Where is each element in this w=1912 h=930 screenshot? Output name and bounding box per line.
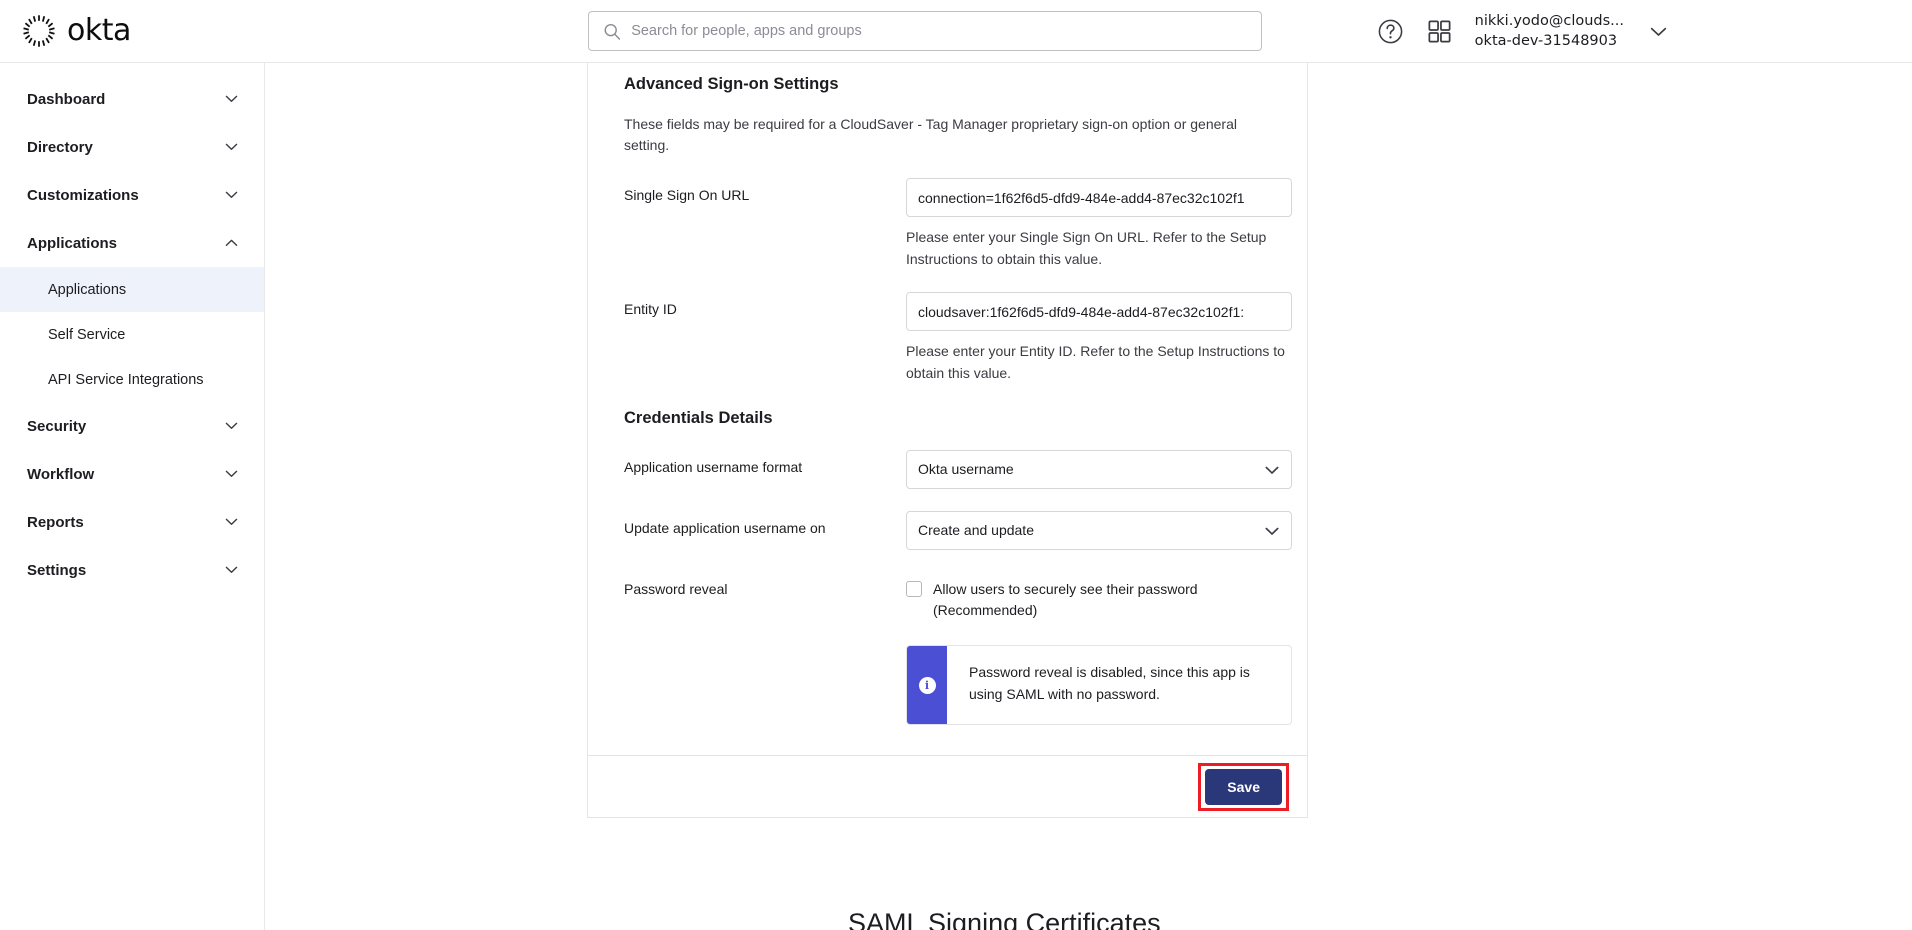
sso-url-help: Please enter your Single Sign On URL. Re… — [906, 229, 1267, 267]
sidebar-label: Dashboard — [27, 90, 106, 108]
callout-message: Password reveal is disabled, since this … — [969, 664, 1250, 702]
sidebar-item-customizations[interactable]: Customizations — [0, 171, 264, 219]
entity-id-help: Please enter your Entity ID. Refer to th… — [906, 343, 1285, 382]
sidebar-item-applications[interactable]: Applications — [0, 219, 264, 267]
field-row-username-format: Application username format Okta usernam… — [624, 449, 1292, 489]
chevron-down-icon — [1650, 27, 1667, 36]
sidebar-item-applications-sub[interactable]: Applications — [0, 267, 264, 312]
advanced-signon-description: These fields may be required for a Cloud… — [624, 116, 1237, 153]
username-format-select-wrap[interactable]: Okta username — [906, 449, 1292, 489]
okta-logo[interactable]: okta — [22, 14, 131, 48]
username-format-select[interactable]: Okta username — [906, 449, 1292, 489]
sso-url-label: Single Sign On URL — [624, 187, 750, 203]
left-sidebar-nav: Dashboard Directory Customizations Appli… — [0, 63, 265, 930]
okta-wordmark: okta — [67, 13, 131, 48]
sidebar-item-reports[interactable]: Reports — [0, 498, 264, 546]
sidebar-label: Customizations — [27, 186, 139, 204]
sidebar-item-api-service-integrations[interactable]: API Service Integrations — [0, 357, 264, 402]
search-input[interactable] — [631, 23, 1261, 39]
top-header-bar: okta nikki.yodo@clouds... okta-dev-315 — [0, 0, 1912, 63]
sidebar-item-dashboard[interactable]: Dashboard — [0, 75, 264, 123]
main-content-area: Advanced Sign-on Settings These fields m… — [265, 63, 1912, 930]
chevron-down-icon — [225, 143, 238, 150]
sidebar-item-directory[interactable]: Directory — [0, 123, 264, 171]
field-row-sso-url: Single Sign On URL Please enter your Sin… — [624, 178, 1292, 270]
sidebar-sub-label: API Service Integrations — [48, 371, 204, 388]
search-icon — [604, 23, 621, 40]
password-reveal-checkbox[interactable] — [906, 580, 922, 597]
username-format-label: Application username format — [624, 458, 803, 475]
sign-on-settings-card: Advanced Sign-on Settings These fields m… — [587, 63, 1308, 819]
sidebar-sub-label: Applications — [48, 281, 127, 298]
update-username-select-wrap[interactable]: Create and update — [906, 510, 1292, 550]
card-footer: Save — [588, 755, 1307, 817]
field-row-entity-id: Entity ID Please enter your Entity ID. R… — [624, 292, 1292, 384]
user-org: okta-dev-31548903 — [1474, 32, 1618, 49]
field-row-password-reveal: Password reveal Allow users to securely … — [624, 572, 1292, 726]
chevron-up-icon — [225, 239, 238, 246]
sidebar-item-security[interactable]: Security — [0, 402, 264, 450]
callout-accent-bar: i — [907, 646, 947, 725]
entity-id-input[interactable] — [906, 292, 1292, 332]
sidebar-label: Applications — [27, 234, 118, 252]
search-box[interactable] — [588, 11, 1262, 51]
global-search[interactable] — [588, 11, 1262, 51]
password-reveal-checkbox-label: Allow users to securely see their passwo… — [933, 580, 1198, 619]
sso-url-input[interactable] — [906, 178, 1292, 217]
update-username-select[interactable]: Create and update — [906, 510, 1292, 550]
chevron-down-icon — [225, 470, 238, 477]
chevron-down-icon — [225, 95, 238, 102]
sidebar-item-workflow[interactable]: Workflow — [0, 450, 264, 498]
help-circle-icon[interactable] — [1377, 18, 1404, 45]
advanced-signon-title: Advanced Sign-on Settings — [624, 75, 839, 93]
sidebar-sub-label: Self Service — [48, 326, 126, 343]
password-reveal-info-callout: i Password reveal is disabled, since thi… — [906, 645, 1292, 726]
user-email: nikki.yodo@clouds... — [1474, 12, 1624, 29]
chevron-down-icon — [225, 518, 238, 525]
sidebar-item-settings[interactable]: Settings — [0, 546, 264, 594]
sidebar-label: Workflow — [27, 465, 95, 483]
sidebar-item-self-service[interactable]: Self Service — [0, 312, 264, 357]
sidebar-label: Settings — [27, 561, 87, 579]
save-button[interactable]: Save — [1205, 768, 1282, 805]
credentials-details-title: Credentials Details — [624, 408, 773, 427]
info-icon: i — [918, 676, 936, 694]
chevron-down-icon — [225, 566, 238, 573]
user-account-menu[interactable]: nikki.yodo@clouds... okta-dev-31548903 — [1475, 12, 1667, 51]
field-row-update-username-on: Update application username on Create an… — [624, 510, 1292, 550]
apps-grid-icon[interactable] — [1426, 18, 1453, 45]
sidebar-label: Directory — [27, 138, 93, 156]
sidebar-label: Security — [27, 417, 87, 435]
okta-sunburst-logo — [23, 15, 55, 47]
chevron-down-icon — [225, 422, 238, 429]
chevron-down-icon — [225, 191, 238, 198]
sidebar-label: Reports — [27, 513, 84, 531]
password-reveal-label: Password reveal — [624, 580, 728, 597]
update-username-on-label: Update application username on — [624, 519, 826, 536]
entity-id-label: Entity ID — [624, 301, 677, 318]
save-button-highlight: Save — [1198, 762, 1289, 811]
saml-signing-certificates-title: SAML Signing Certificates — [848, 908, 1161, 930]
password-reveal-checkbox-row[interactable]: Allow users to securely see their passwo… — [906, 572, 1292, 622]
